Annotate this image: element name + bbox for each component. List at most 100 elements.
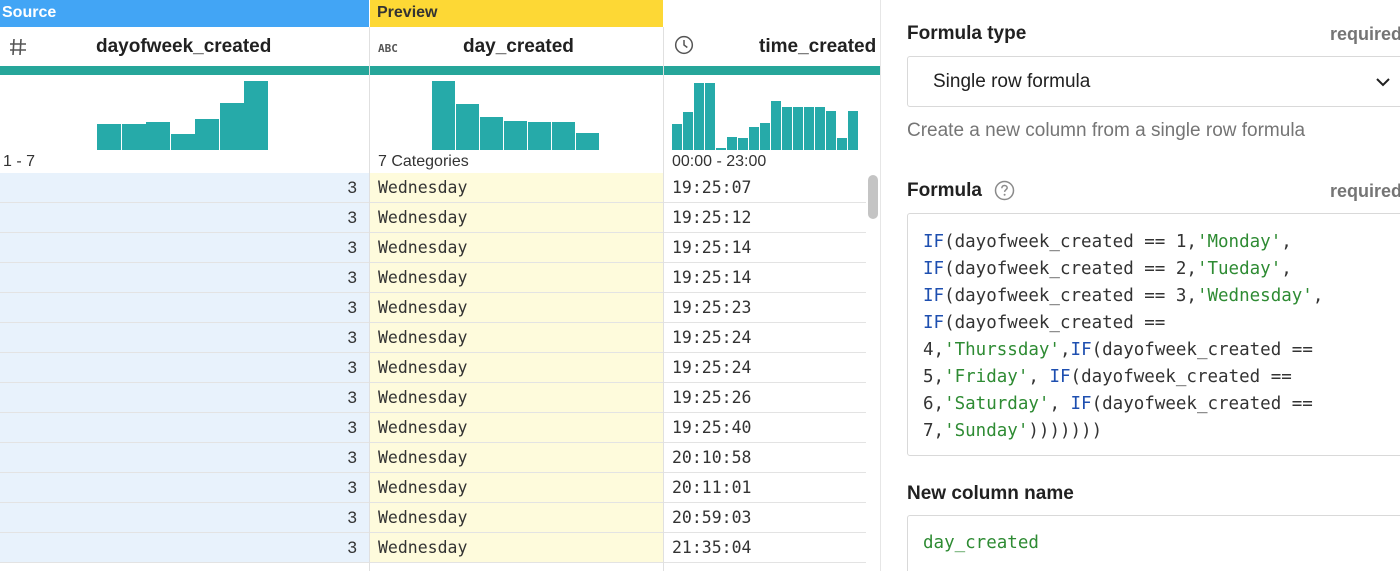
table-cell[interactable]: 19:25:14 (664, 263, 866, 293)
column-day-created: ABC day_created 7 Categories Wednesday We… (370, 27, 663, 571)
histogram (370, 75, 663, 150)
table-cell[interactable]: Wednesday (370, 353, 663, 383)
histogram-bar[interactable] (456, 104, 479, 150)
required-indicator: required (1330, 24, 1400, 44)
histogram-bar[interactable] (804, 107, 814, 150)
table-cell[interactable]: 19:25:12 (664, 203, 866, 233)
table-cell[interactable]: 3 (0, 413, 369, 443)
histogram-bar[interactable] (528, 122, 551, 150)
table-cell[interactable]: Wednesday (370, 233, 663, 263)
histogram-bar[interactable] (480, 117, 503, 150)
column-header[interactable]: ABC day_created (370, 27, 663, 66)
table-cell[interactable]: 3 (0, 233, 369, 263)
histogram-bar[interactable] (782, 107, 792, 150)
histogram-bar[interactable] (672, 124, 682, 150)
table-cell[interactable]: 20:10:58 (664, 443, 866, 473)
help-icon[interactable] (994, 180, 1015, 201)
formula-type-help: Create a new column from a single row fo… (907, 120, 1306, 141)
table-cell[interactable]: Wednesday (370, 203, 663, 233)
table-cell[interactable]: 3 (0, 203, 369, 233)
histogram-bar[interactable] (694, 83, 704, 150)
table-cell[interactable]: Wednesday (370, 533, 663, 563)
table-cell[interactable]: 19:25:07 (664, 173, 866, 203)
formula-panel: Formula type required Single row formula… (881, 0, 1400, 571)
table-cell[interactable]: Wednesday (370, 173, 663, 203)
new-column-name-input[interactable]: day_created (907, 515, 1400, 571)
transform-screen: Source Preview dayofweek_created 1 - 7 3… (0, 0, 1400, 571)
formula-label: Formula (907, 180, 982, 201)
histogram-bar[interactable] (848, 111, 858, 150)
source-tag: Source (0, 0, 369, 27)
table-cell[interactable]: 3 (0, 293, 369, 323)
formula-type-label: Formula type (907, 23, 1027, 44)
new-column-name-value: day_created (923, 533, 1039, 553)
table-cell[interactable]: 3 (0, 383, 369, 413)
column-header[interactable]: time_created (664, 27, 880, 66)
column-range: 7 Categories (370, 150, 663, 173)
svg-text:ABC: ABC (378, 42, 398, 55)
column-name: day_created (463, 36, 574, 57)
table-cell[interactable]: Wednesday (370, 383, 663, 413)
histogram (0, 75, 369, 150)
table-cell[interactable]: 3 (0, 503, 369, 533)
vertical-scrollbar[interactable] (868, 175, 878, 219)
histogram-bar[interactable] (146, 122, 170, 150)
histogram-bar[interactable] (683, 112, 693, 150)
table-cell[interactable]: 3 (0, 353, 369, 383)
quality-bar (664, 66, 880, 75)
table-cell[interactable]: 19:25:26 (664, 383, 866, 413)
table-cell[interactable]: 3 (0, 473, 369, 503)
histogram-bar[interactable] (716, 148, 726, 150)
table-cell[interactable]: 3 (0, 323, 369, 353)
table-cell[interactable]: Wednesday (370, 293, 663, 323)
histogram-bar[interactable] (727, 137, 737, 150)
histogram-bar[interactable] (738, 138, 748, 150)
histogram-bar[interactable] (705, 83, 715, 150)
histogram-bar[interactable] (826, 111, 836, 150)
histogram-bar[interactable] (552, 122, 575, 150)
table-cell[interactable]: 21:35:04 (664, 533, 866, 563)
formula-line: 5,'Friday', IF(dayofweek_created == (923, 367, 1292, 387)
histogram-bar[interactable] (121, 124, 146, 150)
table-cell[interactable]: 19:25:40 (664, 413, 866, 443)
histogram-bars (0, 78, 369, 150)
table-cell[interactable]: 19:25:24 (664, 323, 866, 353)
table-cell[interactable]: 3 (0, 533, 369, 563)
formula-line: IF(dayofweek_created == 1,'Monday', (923, 232, 1292, 252)
table-cell[interactable]: 20:11:01 (664, 473, 866, 503)
table-cell[interactable]: 3 (0, 263, 369, 293)
histogram-bar[interactable] (815, 107, 825, 150)
histogram-bar[interactable] (170, 134, 195, 150)
table-cell[interactable]: Wednesday (370, 263, 663, 293)
histogram-bar[interactable] (219, 103, 244, 150)
histogram-bar[interactable] (97, 124, 121, 150)
histogram-bar[interactable] (244, 81, 268, 150)
formula-type-select[interactable]: Single row formula (907, 56, 1400, 107)
histogram-bar[interactable] (576, 133, 599, 150)
table-cell[interactable]: 3 (0, 443, 369, 473)
histogram-bar[interactable] (504, 121, 527, 150)
formula-editor[interactable]: IF(dayofweek_created == 1,'Monday', IF(da… (907, 213, 1400, 456)
column-dayofweek-created: dayofweek_created 1 - 7 3333333333333 (0, 27, 369, 571)
hash-icon (10, 38, 26, 56)
column-header[interactable]: dayofweek_created (0, 27, 369, 66)
table-cell[interactable]: Wednesday (370, 443, 663, 473)
histogram-bar[interactable] (749, 127, 759, 150)
histogram-bar[interactable] (195, 119, 219, 150)
table-cell[interactable]: 19:25:24 (664, 353, 866, 383)
histogram-bar[interactable] (793, 107, 803, 150)
table-cell[interactable]: Wednesday (370, 503, 663, 533)
column-time-created: time_created 00:00 - 23:00 19:25:07 19:25… (664, 27, 880, 571)
table-cell[interactable]: Wednesday (370, 473, 663, 503)
table-cell[interactable]: Wednesday (370, 323, 663, 353)
table-cell[interactable]: Wednesday (370, 413, 663, 443)
table-cell[interactable]: 20:59:03 (664, 503, 866, 533)
histogram-bar[interactable] (771, 101, 781, 150)
histogram-bar[interactable] (760, 123, 770, 150)
table-cell[interactable]: 19:25:23 (664, 293, 866, 323)
histogram-bar[interactable] (837, 138, 847, 150)
formula-line: 4,'Thurssday',IF(dayofweek_created == (923, 340, 1313, 360)
table-cell[interactable]: 19:25:14 (664, 233, 866, 263)
histogram-bar[interactable] (432, 81, 455, 150)
table-cell[interactable]: 3 (0, 173, 369, 203)
